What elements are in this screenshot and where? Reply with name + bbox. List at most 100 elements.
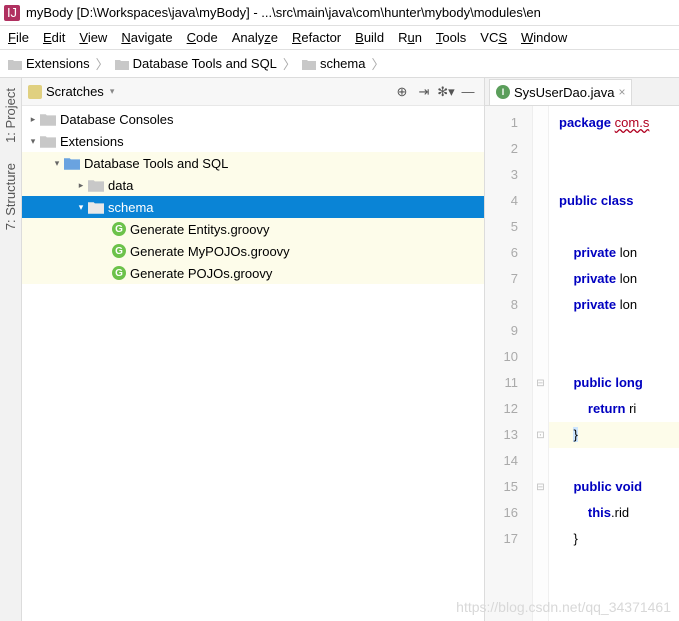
plugin-folder-icon (64, 155, 80, 171)
line-number-gutter: 1 2 3 4 5 6 7 8 9 10 11 12 13 14 15 16 1… (485, 106, 533, 621)
tab-label: 7: Structure (3, 163, 18, 230)
scratches-icon (28, 85, 42, 99)
line-number: 14 (485, 448, 532, 474)
chevron-down-icon[interactable]: ▾ (110, 86, 115, 97)
scope-selector[interactable]: Scratches (46, 84, 104, 99)
collapse-all-icon[interactable]: ⇥ (414, 82, 434, 102)
crumb-db-tools[interactable]: Database Tools and SQL (113, 56, 279, 71)
window-title: myBody [D:\Workspaces\java\myBody] - ...… (26, 5, 541, 20)
panel-header: Scratches ▾ ⊕ ⇥ ✻▾ — (22, 78, 484, 106)
fold-gutter: ⊟ ⊡ ⊟ (533, 106, 549, 621)
fold-marker-icon[interactable]: ⊟ (533, 370, 548, 396)
editor-tabs: I SysUserDao.java × (485, 78, 679, 106)
line-number: 7 (485, 266, 532, 292)
folder-icon (40, 111, 56, 127)
crumb-schema[interactable]: schema (300, 56, 368, 71)
menu-window[interactable]: Window (515, 28, 573, 47)
groovy-file-icon: G (112, 244, 126, 258)
svg-text:IJ: IJ (7, 5, 17, 20)
tree-node-schema[interactable]: ▾ schema (22, 196, 484, 218)
tool-window-bar-left: 1: Project 7: Structure (0, 78, 22, 621)
menu-analyze[interactable]: Analyze (226, 28, 284, 47)
tree-node-db-tools-sql[interactable]: ▾ Database Tools and SQL (22, 152, 484, 174)
folder-icon (8, 58, 22, 70)
fold-end-icon[interactable]: ⊡ (533, 422, 548, 448)
tree-node-label: data (108, 178, 133, 193)
menu-refactor[interactable]: Refactor (286, 28, 347, 47)
menu-view[interactable]: View (73, 28, 113, 47)
line-number: 9 (485, 318, 532, 344)
tree-node-label: Generate POJOs.groovy (130, 266, 272, 281)
menu-edit[interactable]: Edit (37, 28, 71, 47)
line-number: 10 (485, 344, 532, 370)
menu-tools[interactable]: Tools (430, 28, 472, 47)
chevron-down-icon[interactable]: ▾ (26, 136, 40, 147)
workspace: 1: Project 7: Structure Scratches ▾ ⊕ ⇥ … (0, 78, 679, 621)
folder-icon (88, 199, 104, 215)
line-number: 5 (485, 214, 532, 240)
editor-pane: I SysUserDao.java × 1 2 3 4 5 6 7 8 9 10… (485, 78, 679, 621)
menu-navigate[interactable]: Navigate (115, 28, 178, 47)
line-number: 12 (485, 396, 532, 422)
fold-marker-icon[interactable]: ⊟ (533, 474, 548, 500)
hide-panel-icon[interactable]: — (458, 82, 478, 102)
tree-node-extensions[interactable]: ▾ Extensions (22, 130, 484, 152)
tree-node-database-consoles[interactable]: ▸ Database Consoles (22, 108, 484, 130)
locate-icon[interactable]: ⊕ (392, 82, 412, 102)
line-number: 2 (485, 136, 532, 162)
tab-project[interactable]: 1: Project (1, 82, 20, 149)
line-number: 8 (485, 292, 532, 318)
tab-structure[interactable]: 7: Structure (1, 157, 20, 236)
folder-icon (40, 133, 56, 149)
tree-node-label: Database Consoles (60, 112, 173, 127)
menu-bar: File Edit View Navigate Code Analyze Ref… (0, 26, 679, 50)
menu-run[interactable]: Run (392, 28, 428, 47)
project-tree[interactable]: ▸ Database Consoles ▾ Extensions ▾ Datab… (22, 106, 484, 621)
app-logo-icon: IJ (4, 5, 20, 21)
tree-node-label: schema (108, 200, 154, 215)
groovy-file-icon: G (112, 222, 126, 236)
folder-icon (302, 58, 316, 70)
title-bar: IJ myBody [D:\Workspaces\java\myBody] - … (0, 0, 679, 26)
line-number: 1 (485, 110, 532, 136)
chevron-right-icon[interactable]: ▸ (26, 114, 40, 125)
tab-label: 1: Project (3, 88, 18, 143)
menu-code[interactable]: Code (181, 28, 224, 47)
chevron-down-icon[interactable]: ▾ (74, 202, 88, 213)
gear-icon[interactable]: ✻▾ (436, 82, 456, 102)
chevron-right-icon: 〉 (283, 54, 296, 73)
tree-node-generate-entitys[interactable]: G Generate Entitys.groovy (22, 218, 484, 240)
folder-icon (88, 177, 104, 193)
editor-tab-label: SysUserDao.java (514, 85, 614, 100)
crumb-extensions[interactable]: Extensions (6, 56, 92, 71)
tree-node-data[interactable]: ▸ data (22, 174, 484, 196)
close-icon[interactable]: × (618, 85, 625, 99)
line-number: 17 (485, 526, 532, 552)
interface-file-icon: I (496, 85, 510, 99)
menu-vcs[interactable]: VCS (474, 28, 513, 47)
groovy-file-icon: G (112, 266, 126, 280)
editor-body[interactable]: 1 2 3 4 5 6 7 8 9 10 11 12 13 14 15 16 1… (485, 106, 679, 621)
chevron-right-icon: 〉 (371, 54, 384, 73)
menu-file[interactable]: File (2, 28, 35, 47)
line-number: 3 (485, 162, 532, 188)
tree-node-label: Generate MyPOJOs.groovy (130, 244, 290, 259)
line-number: 13 (485, 422, 532, 448)
tree-node-generate-mypojos[interactable]: G Generate MyPOJOs.groovy (22, 240, 484, 262)
crumb-label: schema (320, 56, 366, 71)
line-number: 4 (485, 188, 532, 214)
line-number: 6 (485, 240, 532, 266)
chevron-right-icon[interactable]: ▸ (74, 180, 88, 191)
code-area[interactable]: package com.s public class private lon p… (549, 106, 679, 621)
editor-tab-sysuserdao[interactable]: I SysUserDao.java × (489, 79, 632, 105)
chevron-right-icon: 〉 (96, 54, 109, 73)
breadcrumb: Extensions 〉 Database Tools and SQL 〉 sc… (0, 50, 679, 78)
crumb-label: Extensions (26, 56, 90, 71)
menu-build[interactable]: Build (349, 28, 390, 47)
tree-node-label: Generate Entitys.groovy (130, 222, 269, 237)
project-panel: Scratches ▾ ⊕ ⇥ ✻▾ — ▸ Database Consoles… (22, 78, 485, 621)
folder-icon (115, 58, 129, 70)
tree-node-generate-pojos[interactable]: G Generate POJOs.groovy (22, 262, 484, 284)
chevron-down-icon[interactable]: ▾ (50, 158, 64, 169)
line-number: 15 (485, 474, 532, 500)
